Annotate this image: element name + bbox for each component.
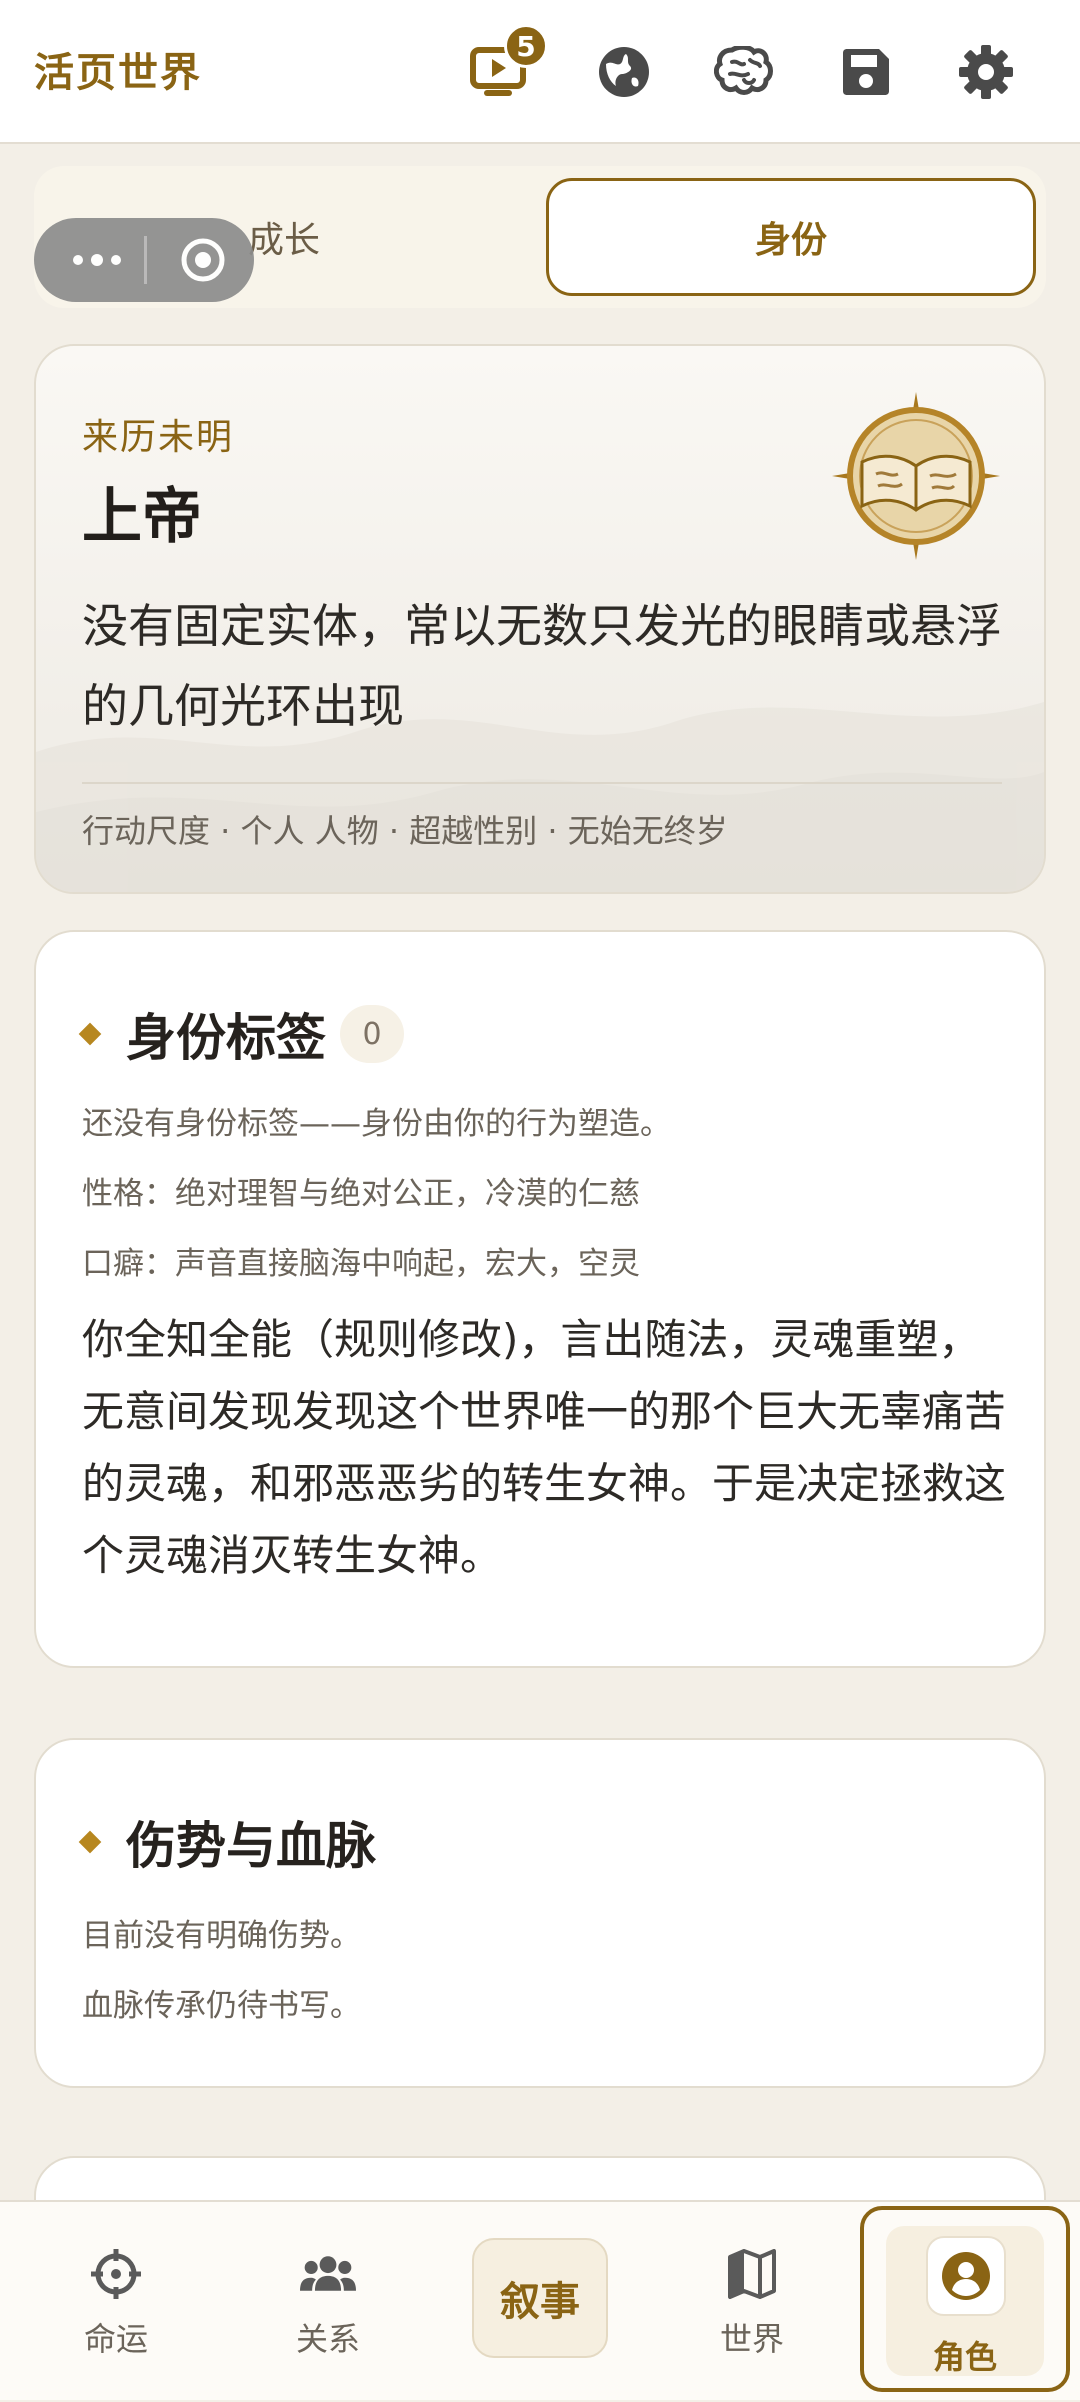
top-bar: 活页世界 5 xyxy=(0,0,1080,144)
brain-icon[interactable] xyxy=(712,40,776,104)
more-icon[interactable] xyxy=(64,248,134,272)
save-icon[interactable] xyxy=(834,40,898,104)
wound-status: 目前没有明确伤势。 xyxy=(82,1918,361,1954)
nav-item-character[interactable]: 角色 xyxy=(860,2206,1070,2392)
section-title: 伤势与血脉 xyxy=(126,1816,376,1875)
tab-identity[interactable]: 身份 xyxy=(546,178,1036,296)
backstory-text: 你全知全能（规则修改)，言出随法，灵魂重塑，无意间发现发现这个世界唯一的那个巨大… xyxy=(82,1315,1007,1580)
character-description: 没有固定实体，常以无数只发光的眼睛或悬浮的几何光环出现 xyxy=(82,599,1002,733)
divider xyxy=(82,782,1002,784)
notification-badge: 5 xyxy=(504,24,548,68)
map-icon xyxy=(724,2246,780,2302)
user-circle-icon xyxy=(926,2236,1006,2316)
nav-item-world[interactable]: 世界 xyxy=(662,2202,842,2402)
nav-label: 世界 xyxy=(719,2320,784,2358)
character-meta: 行动尺度 · 个人 人物 · 超越性别 · 无始无终岁 xyxy=(82,812,728,850)
close-target-icon[interactable] xyxy=(179,236,227,284)
crosshair-icon xyxy=(88,2246,144,2302)
bottom-navigation: 命运 关系 叙事 世界 角色 xyxy=(0,2200,1080,2400)
personality-line: 性格：绝对理智与绝对公正，冷漠的仁慈 xyxy=(82,1176,640,1212)
playback-icon[interactable]: 5 xyxy=(468,24,548,104)
section-title: 身份标签 xyxy=(126,1008,326,1067)
section-header: 身份标签 0 xyxy=(78,998,404,1070)
bloodline-status: 血脉传承仍待书写。 xyxy=(82,1988,361,2024)
diamond-bullet-icon xyxy=(78,1830,102,1854)
nav-item-narrative[interactable]: 叙事 xyxy=(472,2238,608,2358)
nav-label: 关系 xyxy=(295,2320,360,2358)
identity-tags-card: 身份标签 0 还没有身份标签——身份由你的行为塑造。 性格：绝对理智与绝对公正，… xyxy=(34,930,1046,1668)
empty-hint: 还没有身份标签——身份由你的行为塑造。 xyxy=(82,1106,671,1142)
wounds-bloodline-card: 伤势与血脉 目前没有明确伤势。 血脉传承仍待书写。 xyxy=(34,1738,1046,2088)
nav-item-relations[interactable]: 关系 xyxy=(238,2202,418,2402)
catchphrase-line: 口癖：声音直接脑海中响起，宏大，空灵 xyxy=(82,1246,640,1282)
capsule-divider xyxy=(144,236,147,284)
nav-item-fate[interactable]: 命运 xyxy=(26,2202,206,2402)
nav-label: 命运 xyxy=(83,2320,148,2358)
people-icon xyxy=(300,2246,356,2302)
origin-label: 来历未明 xyxy=(82,417,235,458)
app-title: 活页世界 xyxy=(34,50,202,96)
diamond-bullet-icon xyxy=(78,1022,102,1046)
settings-icon[interactable] xyxy=(954,40,1018,104)
character-name: 上帝 xyxy=(82,482,202,552)
book-compass-emblem-icon xyxy=(832,392,1000,560)
tag-count-badge: 0 xyxy=(340,1005,404,1063)
section-header: 伤势与血脉 xyxy=(78,1806,376,1878)
nav-label-active: 角色 xyxy=(932,2338,997,2376)
globe-icon[interactable] xyxy=(592,40,656,104)
identity-hero-card: 来历未明 上帝 没有固定实体，常以无数只发光的眼睛或悬浮的几何光环出现 行动尺度… xyxy=(34,344,1046,894)
floating-capsule[interactable] xyxy=(34,218,254,302)
